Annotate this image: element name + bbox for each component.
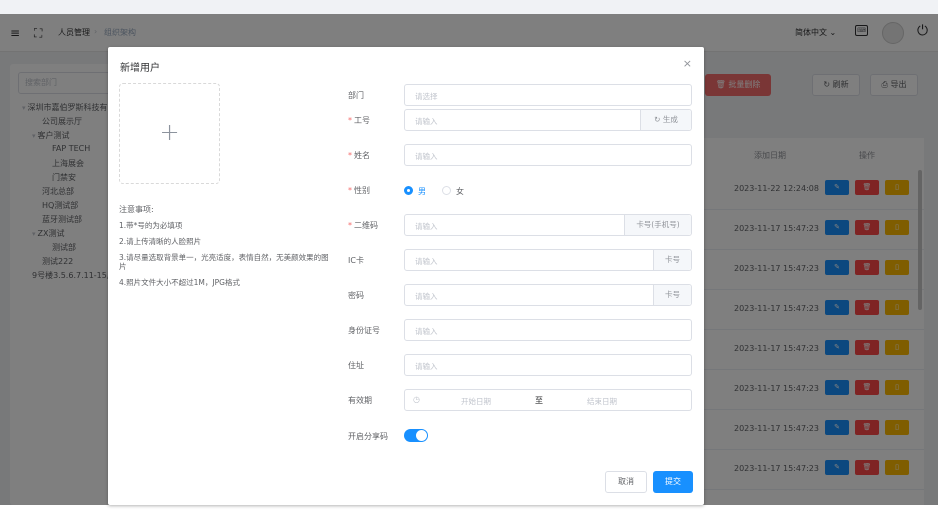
employee-id-label: * 工号: [348, 116, 370, 125]
gender-radio-female[interactable]: 女: [442, 186, 464, 197]
password-label: 密码: [348, 291, 364, 300]
address-input[interactable]: 请输入: [404, 354, 692, 376]
id-number-label: 身份证号: [348, 326, 380, 335]
qrcode-append: 卡号(手机号): [624, 215, 691, 235]
employee-id-input[interactable]: 请输入 ↻ 生成: [404, 109, 692, 131]
name-label: * 姓名: [348, 151, 370, 160]
end-date-placeholder[interactable]: 结束日期: [587, 396, 617, 407]
add-user-dialog: 新增用户 × + 注意事项: 1.带*号的为必填项 2.请上传清晰的人脸照片 3…: [108, 47, 704, 505]
note-item: 3.请尽量选取背景单一，光亮适度，表情自然，无美颜效果的图片: [119, 253, 329, 271]
range-separator: 至: [535, 396, 543, 405]
plus-icon: +: [159, 118, 180, 146]
calendar-icon: ◷: [413, 395, 420, 404]
gender-radio-male[interactable]: 男: [404, 186, 426, 197]
address-label: 住址: [348, 361, 364, 370]
validity-date-range[interactable]: ◷ 开始日期 至 结束日期: [404, 389, 692, 411]
gender-label: * 性别: [348, 186, 370, 195]
password-append: 卡号: [653, 285, 691, 305]
ic-card-append: 卡号: [653, 250, 691, 270]
note-item: 2.请上传清晰的人脸照片: [119, 237, 202, 246]
start-date-placeholder[interactable]: 开始日期: [461, 396, 491, 407]
ic-card-input[interactable]: 请输入 卡号: [404, 249, 692, 271]
password-input[interactable]: 请输入 卡号: [404, 284, 692, 306]
generate-id-button[interactable]: ↻ 生成: [640, 110, 691, 130]
close-icon[interactable]: ×: [683, 57, 692, 70]
department-select[interactable]: 请选择: [404, 84, 692, 106]
ic-card-label: IC卡: [348, 256, 364, 265]
refresh-icon: ↻: [654, 115, 661, 124]
department-label: 部门: [348, 91, 364, 100]
name-input[interactable]: 请输入: [404, 144, 692, 166]
note-item: 4.照片文件大小不超过1M，JPG格式: [119, 278, 240, 287]
share-code-switch[interactable]: [404, 429, 428, 442]
cancel-button[interactable]: 取消: [605, 471, 647, 493]
qrcode-label: * 二维码: [348, 221, 378, 230]
note-item: 1.带*号的为必填项: [119, 221, 183, 230]
notes-title: 注意事项:: [119, 205, 154, 214]
id-number-input[interactable]: 请输入: [404, 319, 692, 341]
share-code-label: 开启分享码: [348, 432, 388, 441]
qrcode-input[interactable]: 请输入 卡号(手机号): [404, 214, 692, 236]
validity-label: 有效期: [348, 396, 372, 405]
photo-uploader[interactable]: +: [119, 83, 220, 184]
dialog-title: 新增用户: [120, 63, 160, 74]
submit-button[interactable]: 提交: [653, 471, 693, 493]
